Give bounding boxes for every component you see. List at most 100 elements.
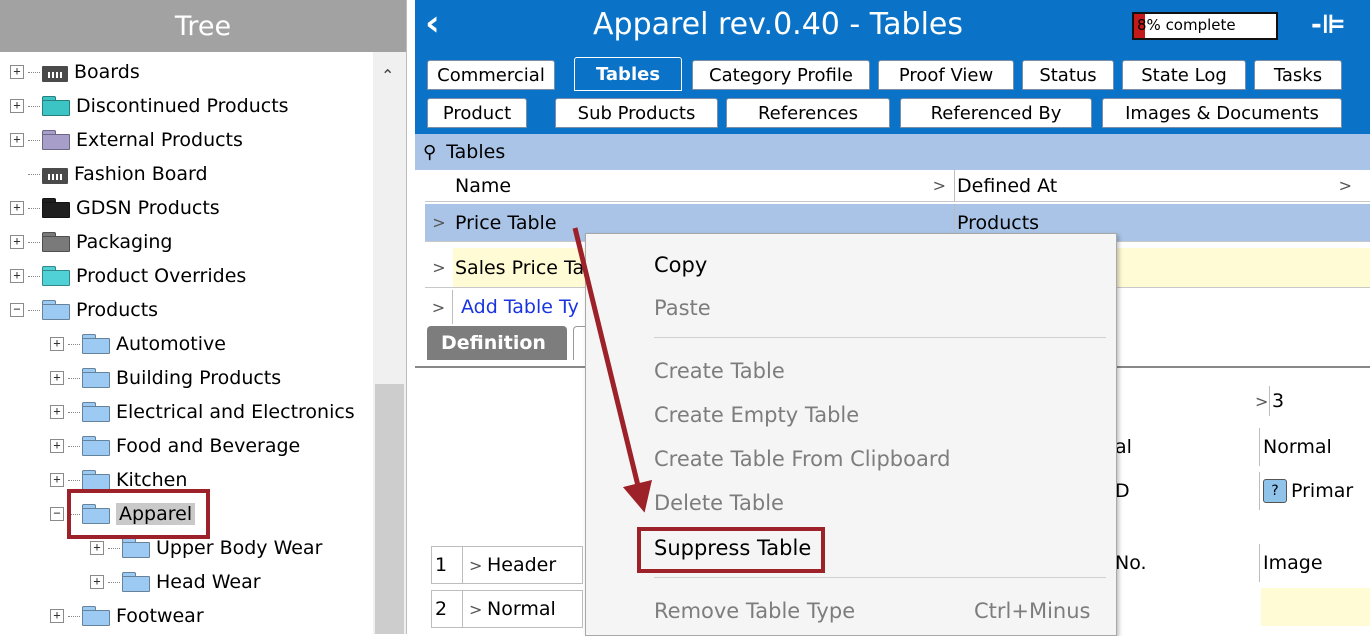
collapse-icon[interactable]: −: [10, 303, 24, 317]
tree-connector: [68, 377, 80, 379]
folder-icon: [82, 436, 110, 456]
tree-item[interactable]: + Building Products: [50, 362, 281, 394]
tab-images-documents[interactable]: Images & Documents: [1102, 98, 1342, 128]
board-icon: [42, 164, 68, 184]
tab-sub-products[interactable]: Sub Products: [555, 98, 718, 128]
column-header-defined-at[interactable]: Defined At >: [955, 170, 1360, 201]
tree-item-label: Automotive: [116, 333, 226, 355]
expand-icon[interactable]: +: [50, 473, 64, 487]
row-label[interactable]: > Normal: [463, 590, 583, 628]
progress-text: 8% complete: [1137, 16, 1236, 34]
menu-item-remove-table-type[interactable]: Remove Table Type Ctrl+Minus: [586, 591, 1116, 631]
tree-item[interactable]: + Electrical and Electronics: [50, 396, 355, 428]
window-title: Apparel rev.0.40 - Tables: [593, 7, 963, 42]
section-title: Tables: [446, 141, 506, 163]
tree-item-label: Electrical and Electronics: [116, 401, 355, 423]
expand-icon[interactable]: +: [10, 133, 24, 147]
tree-connector: [28, 309, 40, 311]
tree-item[interactable]: + External Products: [10, 124, 243, 156]
tab-referenced-by[interactable]: Referenced By: [900, 98, 1092, 128]
tree-item[interactable]: Fashion Board: [10, 158, 208, 190]
tree-item[interactable]: + GDSN Products: [10, 192, 220, 224]
expand-icon[interactable]: +: [50, 439, 64, 453]
lower-cell: Image: [1263, 552, 1323, 574]
menu-item-paste[interactable]: Paste: [586, 288, 1116, 328]
tab-category-profile[interactable]: Category Profile: [692, 60, 870, 90]
tab-tasks[interactable]: Tasks: [1254, 60, 1342, 90]
chevron-left-icon[interactable]: ‹: [425, 4, 440, 44]
scroll-up-icon[interactable]: ⌃: [381, 66, 394, 85]
progress-indicator: 8% complete: [1132, 12, 1278, 40]
tab-commercial[interactable]: Commercial: [427, 60, 555, 90]
expand-icon[interactable]: +: [50, 609, 64, 623]
tree-item-label: Product Overrides: [76, 265, 247, 287]
tab-status[interactable]: Status: [1022, 60, 1114, 90]
expand-icon[interactable]: +: [10, 99, 24, 113]
tree-scrollbar[interactable]: ⌃: [373, 52, 406, 634]
column-header-name[interactable]: Name >: [425, 170, 955, 201]
tab-product[interactable]: Product: [427, 98, 527, 128]
expand-icon[interactable]: +: [90, 575, 104, 589]
tab-proof-view[interactable]: Proof View: [878, 60, 1014, 90]
folder-icon: [122, 538, 150, 558]
lower-cell: al: [1115, 428, 1260, 466]
tree-item[interactable]: + Food and Beverage: [50, 430, 300, 462]
chevron-right-icon: >: [1255, 391, 1269, 411]
menu-item-delete-table[interactable]: Delete Table: [586, 483, 1116, 523]
context-menu: Copy Paste Create Table Create Empty Tab…: [585, 233, 1117, 636]
tree-connector: [28, 207, 40, 209]
tab-state-log[interactable]: State Log: [1122, 60, 1246, 90]
menu-item-copy[interactable]: Copy: [586, 245, 1116, 285]
expand-icon[interactable]: +: [50, 405, 64, 419]
menu-item-create-empty-table[interactable]: Create Empty Table: [586, 395, 1116, 435]
expand-icon[interactable]: +: [90, 541, 104, 555]
lower-cell: No.: [1115, 544, 1260, 582]
table-header-row: Name > Defined At >: [425, 170, 1370, 202]
row-number: 2: [431, 590, 463, 628]
tree-item-label: Food and Beverage: [116, 435, 301, 457]
expand-icon[interactable]: +: [10, 235, 24, 249]
tree-item-label: Upper Body Wear: [156, 537, 323, 559]
tree-item-label: Footwear: [116, 605, 204, 627]
tree-connector: [68, 445, 80, 447]
tab-definition[interactable]: Definition: [427, 326, 567, 360]
tree-connector: [28, 71, 40, 73]
expand-icon[interactable]: +: [10, 201, 24, 215]
tree-item[interactable]: + Discontinued Products: [10, 90, 289, 122]
folder-icon: [122, 572, 150, 592]
folder-icon: [42, 300, 70, 320]
tab-tables[interactable]: Tables: [574, 57, 682, 91]
tree-item[interactable]: − Products: [10, 294, 158, 326]
apparel-annotation-box: [67, 489, 210, 539]
folder-icon: [42, 198, 70, 218]
tree-connector: [68, 411, 80, 413]
tree-item[interactable]: + Packaging: [10, 226, 172, 258]
tree-item-label: Products: [76, 299, 159, 321]
expand-icon[interactable]: +: [50, 337, 64, 351]
tree-connector: [28, 173, 40, 175]
scrollbar-thumb[interactable]: [375, 384, 404, 634]
tree-item[interactable]: + Automotive: [50, 328, 226, 360]
menu-item-create-table-from-clipboard[interactable]: Create Table From Clipboard: [586, 439, 1116, 479]
tab-references[interactable]: References: [726, 98, 890, 128]
expand-icon[interactable]: +: [10, 269, 24, 283]
pin-icon[interactable]: -⊫: [1311, 10, 1346, 40]
folder-icon: [42, 266, 70, 286]
menu-item-create-table[interactable]: Create Table: [586, 351, 1116, 391]
expand-icon[interactable]: +: [50, 371, 64, 385]
pin-icon[interactable]: ⚲: [423, 142, 436, 163]
suppress-annotation-box: [637, 527, 825, 573]
tree-connector: [28, 275, 40, 277]
tree-item[interactable]: + Boards: [10, 56, 140, 88]
collapse-icon[interactable]: −: [50, 507, 64, 521]
tree-item[interactable]: + Product Overrides: [10, 260, 246, 292]
tree-header: Tree: [0, 0, 406, 52]
folder-icon: [82, 334, 110, 354]
tree-item[interactable]: + Footwear: [50, 600, 204, 632]
lower-cell: ? Primar: [1261, 472, 1370, 510]
row-label[interactable]: > Header: [463, 546, 583, 584]
expand-icon[interactable]: +: [10, 65, 24, 79]
tree-item-label: Boards: [74, 61, 140, 83]
column-number-cell: 3: [1269, 386, 1369, 416]
tree-item[interactable]: + Head Wear: [90, 566, 261, 598]
